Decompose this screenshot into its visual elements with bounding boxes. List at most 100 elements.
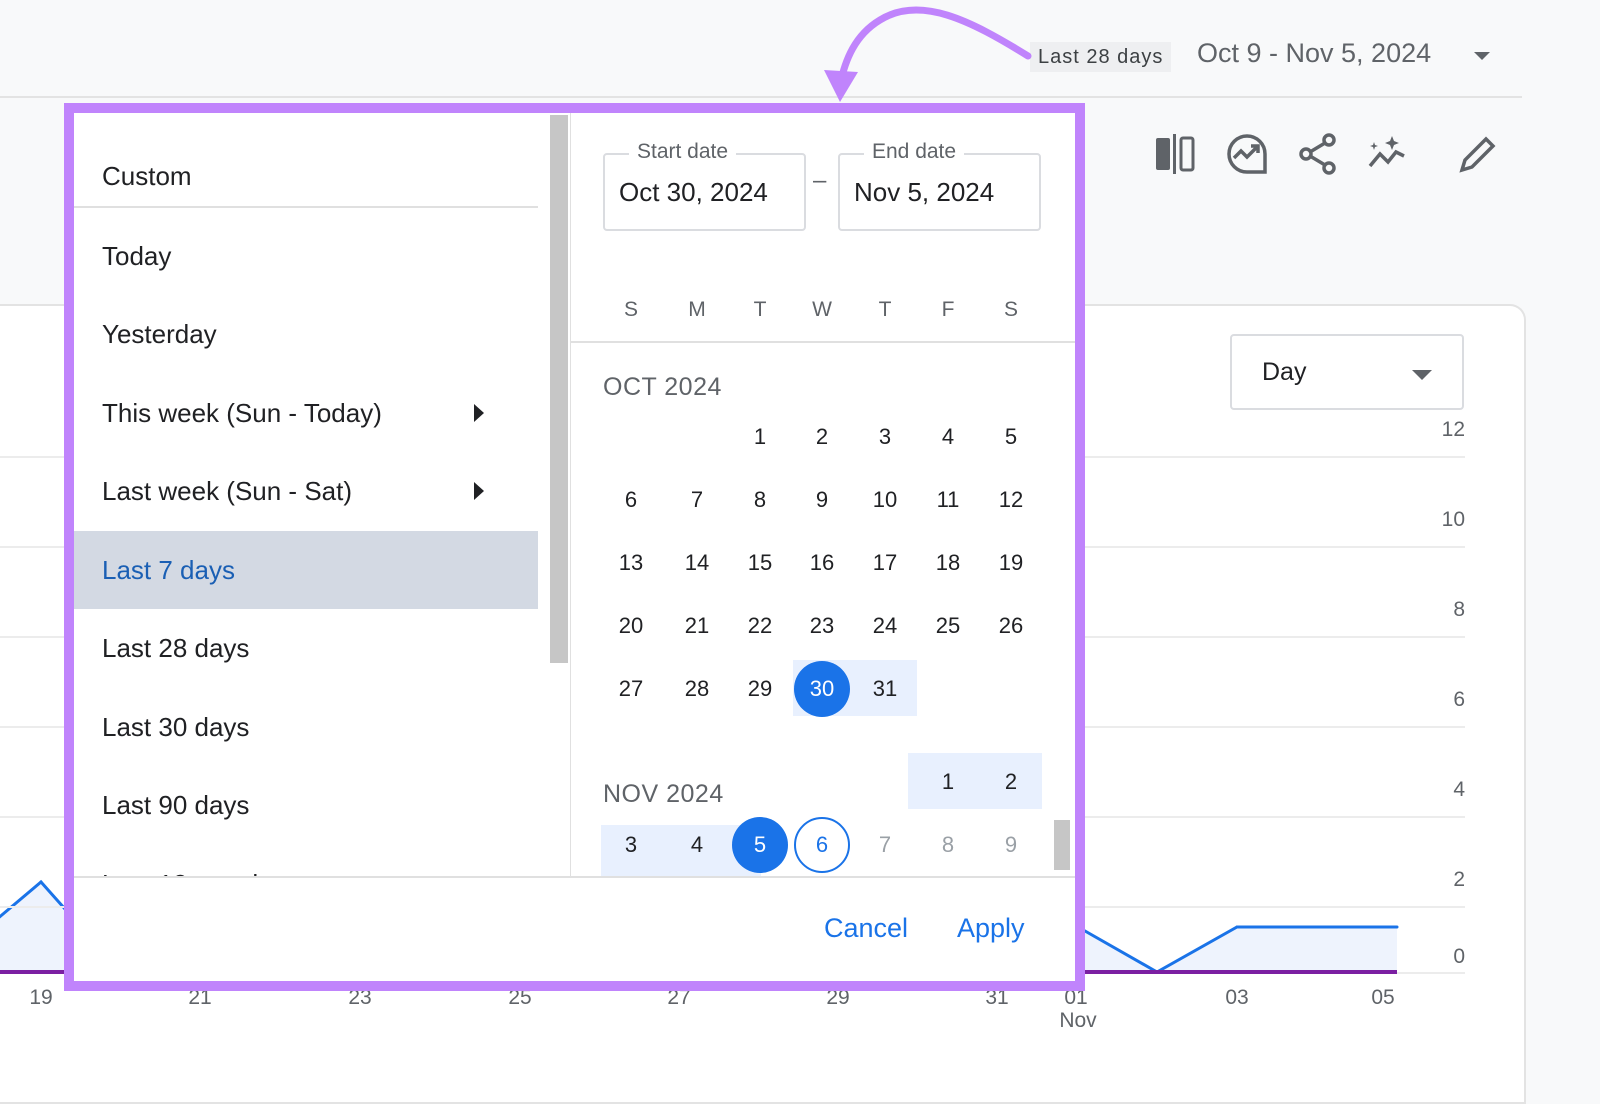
chevron-down-icon bbox=[1412, 370, 1432, 380]
calendar-day[interactable]: 21 bbox=[669, 598, 725, 654]
data-point bbox=[39, 880, 43, 884]
y-tick-label: 6 bbox=[1453, 688, 1465, 711]
calendar-day[interactable]: 1 bbox=[920, 754, 976, 810]
weekday-label: T bbox=[878, 298, 892, 321]
calendar-day[interactable]: 19 bbox=[983, 535, 1039, 591]
calendar-day[interactable]: 4 bbox=[669, 817, 725, 873]
preset-item[interactable]: Last 90 days bbox=[74, 766, 538, 844]
start-date-field[interactable]: Start date Oct 30, 2024 bbox=[603, 140, 806, 231]
calendar-day[interactable]: 23 bbox=[794, 598, 850, 654]
y-tick-label: 0 bbox=[1453, 945, 1465, 968]
preset-label: Last 7 days bbox=[102, 554, 235, 585]
data-point bbox=[1315, 925, 1319, 929]
calendar-day[interactable]: 22 bbox=[732, 598, 788, 654]
calendar-day[interactable]: 18 bbox=[920, 535, 976, 591]
preset-label: Yesterday bbox=[102, 319, 217, 349]
preset-item[interactable]: This week (Sun - Today) bbox=[74, 374, 538, 452]
calendar-day[interactable]: 4 bbox=[920, 409, 976, 465]
cancel-button[interactable]: Cancel bbox=[824, 913, 908, 944]
granularity-value: Day bbox=[1262, 358, 1307, 386]
month-title: OCT 2024 bbox=[603, 373, 722, 401]
end-date-label: End date bbox=[864, 140, 965, 164]
calendar-day: 7 bbox=[878, 832, 892, 857]
calendar-day[interactable]: 24 bbox=[857, 598, 913, 654]
calendar-day[interactable]: 2 bbox=[983, 754, 1039, 810]
preset-divider bbox=[74, 206, 538, 208]
apply-button[interactable]: Apply bbox=[957, 913, 1025, 944]
calendar-day[interactable]: 12 bbox=[983, 472, 1039, 528]
date-range-dialog: Custom Today Yesterday This week (Sun - Tod… bbox=[64, 103, 1085, 991]
calendar-day[interactable]: 2 bbox=[794, 409, 850, 465]
preset-label: Last 12 months bbox=[102, 869, 280, 877]
x-sublabel: Nov bbox=[1059, 1009, 1097, 1032]
weekday-label: T bbox=[753, 298, 767, 321]
x-tick-label: 03 bbox=[1225, 986, 1249, 1009]
month-title: NOV 2024 bbox=[603, 780, 724, 808]
start-date-value: Oct 30, 2024 bbox=[619, 177, 768, 207]
y-tick-label: 4 bbox=[1453, 778, 1465, 801]
calendar-day[interactable]: 20 bbox=[603, 598, 659, 654]
preset-label: Last 28 days bbox=[102, 633, 250, 663]
weekday-label: W bbox=[812, 298, 832, 321]
calendar-day[interactable]: 27 bbox=[603, 661, 659, 717]
date-range-selector[interactable]: Oct 9 - Nov 5, 2024 bbox=[1197, 38, 1431, 69]
preset-label: Last 90 days bbox=[102, 790, 250, 820]
preset-label: Last week (Sun - Sat) bbox=[102, 476, 352, 506]
weekday-label: F bbox=[941, 298, 955, 321]
series-area bbox=[1078, 927, 1397, 972]
submenu-arrow-icon bbox=[474, 403, 484, 422]
end-date-field[interactable]: End date Nov 5, 2024 bbox=[838, 140, 1041, 231]
preset-item[interactable]: Last 28 days bbox=[74, 609, 538, 687]
preset-item[interactable]: Last 12 months bbox=[74, 845, 538, 877]
calendar-day[interactable]: 17 bbox=[857, 535, 913, 591]
calendar-day[interactable]: 14 bbox=[669, 535, 725, 591]
calendar-day[interactable]: 8 bbox=[732, 472, 788, 528]
calendar-day[interactable]: 30 bbox=[794, 661, 850, 717]
calendar-day[interactable]: 28 bbox=[669, 661, 725, 717]
x-tick-label: 19 bbox=[29, 986, 53, 1009]
weekday-label: S bbox=[623, 298, 639, 321]
date-separator: – bbox=[813, 167, 827, 194]
calendar-day[interactable]: 31 bbox=[857, 661, 913, 717]
calendar-day[interactable]: 1 bbox=[732, 409, 788, 465]
preset-label: This week (Sun - Today) bbox=[102, 397, 382, 428]
calendar-day[interactable]: 29 bbox=[732, 661, 788, 717]
preset-item[interactable]: Today bbox=[74, 217, 538, 295]
calendar-day[interactable]: 26 bbox=[983, 598, 1039, 654]
preset-item[interactable]: Custom bbox=[74, 137, 538, 215]
calendar-day[interactable]: 10 bbox=[857, 472, 913, 528]
preset-item[interactable]: Last 7 days bbox=[74, 530, 538, 609]
weekday-label: S bbox=[1003, 298, 1019, 321]
data-point bbox=[1235, 925, 1239, 929]
calendar-day[interactable]: 3 bbox=[603, 817, 659, 873]
calendar-day[interactable]: 5 bbox=[732, 817, 788, 873]
calendar-day[interactable]: 25 bbox=[920, 598, 976, 654]
preset-list: Custom Today Yesterday This week (Sun - Tod… bbox=[74, 113, 538, 876]
calendar-day[interactable]: 11 bbox=[920, 472, 976, 528]
preset-item[interactable]: Yesterday bbox=[74, 295, 538, 373]
calendar-day[interactable]: 6 bbox=[794, 817, 850, 873]
calendar-day[interactable]: 9 bbox=[794, 472, 850, 528]
preset-label: Today bbox=[102, 240, 172, 271]
y-tick-label: 12 bbox=[1441, 418, 1465, 441]
footer-divider bbox=[74, 876, 1075, 878]
calendar-scrollbar[interactable] bbox=[1054, 820, 1070, 870]
calendar-day[interactable]: 3 bbox=[857, 409, 913, 465]
granularity-select[interactable]: Day bbox=[1230, 334, 1464, 410]
preset-scrollbar[interactable] bbox=[550, 115, 568, 663]
end-date-value: Nov 5, 2024 bbox=[854, 177, 995, 207]
y-tick-label: 2 bbox=[1453, 868, 1465, 891]
calendar-day[interactable]: 13 bbox=[603, 535, 659, 591]
start-date-label: Start date bbox=[629, 140, 737, 164]
calendar-day[interactable]: 16 bbox=[794, 535, 850, 591]
calendar-day[interactable]: 7 bbox=[669, 472, 725, 528]
calendar-day[interactable]: 15 bbox=[732, 535, 788, 591]
y-tick-label: 8 bbox=[1453, 598, 1465, 621]
preset-item[interactable]: Last 30 days bbox=[74, 688, 538, 766]
weekday-divider bbox=[571, 341, 1075, 343]
preset-label: Custom bbox=[102, 161, 192, 191]
preset-item[interactable]: Last week (Sun - Sat) bbox=[74, 452, 538, 530]
calendar-day[interactable]: 6 bbox=[603, 472, 659, 528]
annotation-arrow-icon bbox=[824, 6, 1032, 102]
calendar-day[interactable]: 5 bbox=[983, 409, 1039, 465]
